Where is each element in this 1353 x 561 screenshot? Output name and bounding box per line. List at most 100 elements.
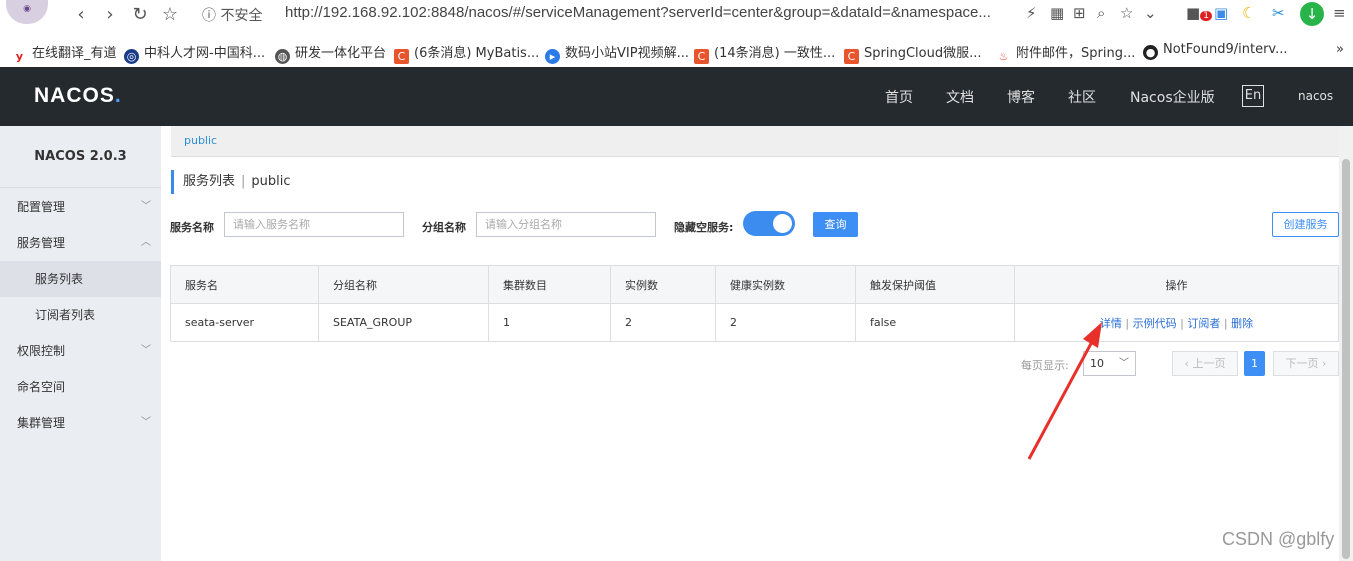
bookmark-label: 研发一体化平台 [295,46,387,61]
sidebar-item-service-list[interactable]: 服务列表 [0,261,161,297]
download-icon[interactable]: ↓ [1300,2,1324,26]
bookmark-item[interactable]: ◎ 中科人才网-中国科... [124,42,265,64]
sidebar: NACOS 2.0.3 配置管理 ﹀ 服务管理 ︿ 服务列表 订阅者列表 权限控制 ﹀… [0,126,161,561]
column-header: 集群数目 [488,265,611,304]
sidebar-item-auth[interactable]: 权限控制 ﹀ [0,333,161,369]
scrollbar-thumb[interactable] [1342,159,1350,559]
zoom-icon[interactable]: ⌕ [1097,4,1105,22]
page-title: 服务列表 | public [171,170,291,194]
chevron-down-icon: ﹀ [141,201,151,212]
page-size-value: 10 [1090,357,1104,370]
sample-code-link[interactable]: 示例代码 [1133,317,1177,330]
sidebar-item-cluster[interactable]: 集群管理 ﹀ [0,405,161,441]
bookmark-item[interactable]: C SpringCloud微服... [844,42,981,64]
youdao-icon: y [15,50,24,63]
logo-dot: . [114,84,122,107]
bookmark-item[interactable]: y 在线翻译_有道 [12,42,117,64]
lightning-icon[interactable]: ⚡ [1026,4,1037,22]
cell-healthy-count: 2 [715,303,856,342]
cell-operations: 详情 | 示例代码 | 订阅者 | 删除 [1014,303,1339,342]
browser-chrome: ◉ ‹ › ↻ ☆ ⓘ 不安全 http://192.168.92.102:88… [0,0,1353,67]
bookmark-item[interactable]: ♨ 附件邮件，Spring... [996,42,1136,64]
bookmark-label: SpringCloud微服... [864,46,982,61]
op-separator: | [1180,316,1184,330]
table-header-row: 服务名 分组名称 集群数目 实例数 健康实例数 触发保护阈值 操作 [170,265,1339,304]
nav-docs[interactable]: 文档 [946,87,974,107]
bookmark-item[interactable]: ▸ 数码小站VIP视频解... [545,42,689,64]
bookmark-item[interactable]: C (14条消息) 一致性... [694,42,835,64]
prev-page-button[interactable]: ‹ 上一页 [1172,351,1238,376]
chevron-down-icon[interactable]: ⌄ [1144,4,1157,22]
next-page-button[interactable]: 下一页 › [1273,351,1339,376]
page-title-text: 服务列表 [183,174,236,189]
badge-count: 1 [1200,11,1212,21]
star-icon[interactable]: ☆ [158,4,182,26]
sidebar-item-service[interactable]: 服务管理 ︿ [0,225,161,261]
globe-icon: ◎ [124,49,139,64]
nav-community[interactable]: 社区 [1068,87,1096,107]
tab-favicon[interactable]: ◉ [6,0,48,24]
translate-icon[interactable]: ⊞ [1073,4,1086,22]
query-button[interactable]: 查询 [813,212,858,237]
moon-icon[interactable]: ☾ [1242,4,1255,22]
scissors-icon[interactable]: ✂ [1272,4,1285,22]
service-table: 服务名 分组名称 集群数目 实例数 健康实例数 触发保护阈值 操作 seata-… [170,265,1339,342]
op-separator: | [1223,316,1228,330]
bookmark-label: NotFound9/interv... [1163,42,1288,57]
menu-icon[interactable]: ≡ [1333,4,1346,22]
language-toggle[interactable]: En [1242,85,1264,107]
bookmark-label: 附件邮件，Spring... [1016,46,1136,61]
logo-text: NACOS [34,84,115,107]
group-name-input[interactable]: 请输入分组名称 [476,212,656,237]
bookmarks-bar: y 在线翻译_有道 ◎ 中科人才网-中国科... ◍ 研发一体化平台 C (6条消息) … [0,36,1353,64]
sidebar-item-namespace[interactable]: 命名空间 [0,369,161,405]
url-field[interactable]: http://192.168.92.102:8848/nacos/#/servi… [285,4,991,21]
bookmarks-more[interactable]: » [1336,42,1344,57]
chevron-down-icon: ﹀ [141,417,151,428]
qr-icon[interactable]: ▦ [1050,4,1064,22]
bookmark-item[interactable]: ◍ 研发一体化平台 [275,42,386,64]
nacos-logo[interactable]: NACOS. [34,84,122,108]
security-indicator[interactable]: ⓘ 不安全 [202,5,262,25]
column-header: 实例数 [610,265,716,304]
cell-service-name: seata-server [170,303,319,342]
subscribers-link[interactable]: 订阅者 [1187,317,1220,330]
sidebar-item-label: 配置管理 [17,200,66,214]
prev-page-label: 上一页 [1192,357,1226,370]
grid-extension-icon[interactable]: ▣ [1214,4,1228,22]
bookmark-item[interactable]: C (6条消息) MyBatis... [394,42,539,64]
security-label: 不安全 [220,8,263,24]
github-icon: ● [1143,45,1158,60]
service-name-input[interactable]: 请输入服务名称 [224,212,404,237]
extension-badge-icon[interactable]: ■ 1 [1186,4,1212,22]
column-header: 健康实例数 [715,265,856,304]
user-name[interactable]: nacos [1298,89,1333,103]
service-name-label: 服务名称 [170,221,214,234]
nav-home[interactable]: 首页 [885,87,913,107]
chevron-up-icon: ︿ [141,237,151,248]
current-page-button[interactable]: 1 [1244,351,1265,376]
namespace-bar: public [171,126,1339,157]
sidebar-item-subscribers[interactable]: 订阅者列表 [0,297,161,333]
back-icon[interactable]: ‹ [69,4,93,26]
nav-enterprise[interactable]: Nacos企业版 [1130,87,1215,107]
page-scrollbar[interactable] [1339,126,1353,561]
column-header: 分组名称 [318,265,489,304]
forward-icon[interactable]: › [98,4,122,26]
nav-blog[interactable]: 博客 [1007,87,1035,107]
bookmark-star-icon[interactable]: ☆ [1120,4,1133,22]
sidebar-item-config[interactable]: 配置管理 ﹀ [0,189,161,225]
table-row: seata-server SEATA_GROUP 1 2 2 false 详情 … [170,303,1339,342]
flame-icon: ♨ [998,50,1009,63]
detail-link[interactable]: 详情 [1100,317,1122,330]
top-nav: NACOS. 首页 文档 博客 社区 Nacos企业版 En nacos [0,67,1353,126]
page-size-select[interactable]: 10 ﹀ [1083,351,1136,376]
page-size-label: 每页显示: [1021,359,1069,372]
delete-link[interactable]: 删除 [1231,317,1253,330]
hide-empty-toggle[interactable] [743,211,795,236]
video-icon: ▸ [545,49,560,64]
create-service-button[interactable]: 创建服务 [1272,212,1339,237]
reload-icon[interactable]: ↻ [128,4,152,26]
namespace-link[interactable]: public [184,134,217,147]
bookmark-item[interactable]: ● NotFound9/interv... [1143,42,1288,60]
